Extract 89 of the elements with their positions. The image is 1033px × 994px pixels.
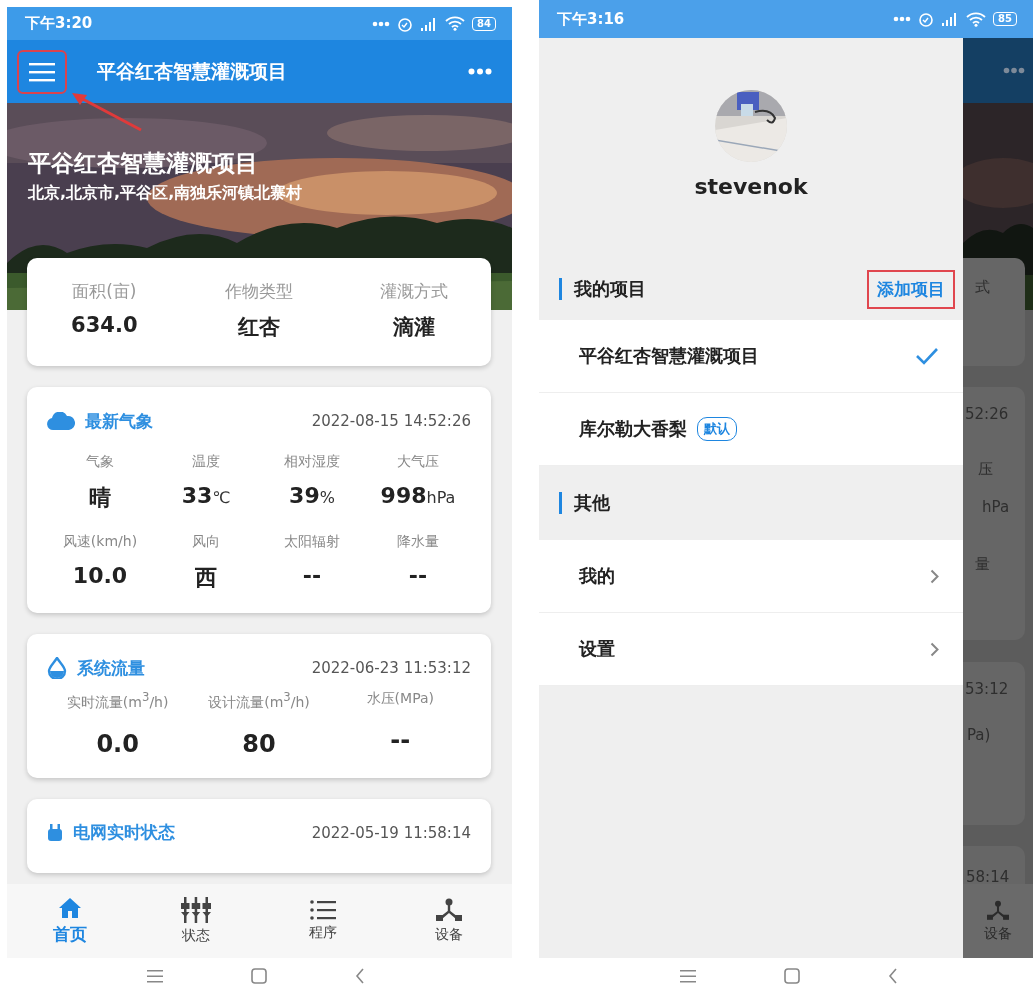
dimmed-text: 53:12 <box>965 680 1009 698</box>
metric-label: 风速(km/h) <box>62 533 138 551</box>
dimmed-text: 58:14 <box>966 868 1010 886</box>
chevron-right-icon <box>930 568 939 584</box>
item-label: 设置 <box>579 637 615 661</box>
card-title: 最新气象 <box>85 409 154 433</box>
metric-value: -- <box>302 563 322 588</box>
wifi-icon <box>966 11 987 27</box>
dimmed-text: hPa <box>982 498 1010 516</box>
metric-label: 降水量 <box>397 533 439 551</box>
back-icon[interactable] <box>355 968 365 984</box>
project-title: 平谷红杏智慧灌溉项目 <box>28 149 259 178</box>
username: stevenok <box>694 174 808 199</box>
metric-value: 33℃ <box>181 483 231 508</box>
item-label: 平谷红杏智慧灌溉项目 <box>579 344 759 368</box>
metric-label: 风向 <box>192 533 220 551</box>
metric-value: 晴 <box>89 484 111 512</box>
item-label: 我的 <box>579 564 615 588</box>
summary-value: 634.0 <box>71 313 138 337</box>
metric-label: 太阳辐射 <box>284 533 340 551</box>
tab[interactable]: 设备 <box>385 884 512 958</box>
drawer-item[interactable]: 平谷红杏智慧灌溉项目 <box>539 320 963 393</box>
sliders-icon <box>181 897 212 923</box>
summary-value: 滴灌 <box>392 314 435 341</box>
metric-value: 998hPa <box>380 483 456 508</box>
battery-indicator: 84 <box>472 16 496 31</box>
item-label: 库尔勒大香梨 <box>579 417 687 441</box>
summary-value: 红杏 <box>238 314 280 341</box>
menu-icon[interactable] <box>29 61 55 82</box>
project-address: 北京,北京市,平谷区,南独乐河镇北寨村 <box>28 183 304 204</box>
list-icon <box>309 900 336 920</box>
more-dots-icon <box>372 20 391 27</box>
metric-value: 西 <box>195 564 217 592</box>
section-title: 其他 <box>559 492 610 514</box>
metric-value: 39% <box>289 483 335 508</box>
card-title: 系统流量 <box>77 656 146 680</box>
alarm-icon <box>918 11 935 27</box>
back-icon[interactable] <box>888 968 898 984</box>
home-square-icon[interactable] <box>784 968 800 984</box>
metric-label: 大气压 <box>397 453 439 471</box>
more-icon[interactable] <box>468 68 492 75</box>
drawer-item[interactable]: 库尔勒大香梨 默认 <box>539 393 963 466</box>
home-icon <box>58 896 83 919</box>
more-dots-icon <box>893 16 912 22</box>
metric-label: 相对湿度 <box>284 453 340 471</box>
dimmed-text: 52:26 <box>965 405 1009 423</box>
network-icon <box>987 899 1009 921</box>
metric-label: 温度 <box>192 453 220 471</box>
alarm-icon <box>397 15 414 32</box>
metric-label: 实时流量(m$^{3}$/h) <box>66 690 169 712</box>
card-title: 电网实时状态 <box>73 821 176 845</box>
status-time: 下午3:20 <box>25 14 93 33</box>
dimmed-text: 设备 <box>984 924 1012 943</box>
section-title: 我的项目 <box>559 278 646 300</box>
menu-icon[interactable] <box>147 969 163 983</box>
metric-label: 水压(MPa) <box>366 690 434 708</box>
summary-label: 面积(亩) <box>72 280 137 303</box>
dimmed-text: 压 <box>978 460 993 479</box>
dimmed-text: Pa) <box>967 726 991 744</box>
default-badge: 默认 <box>697 417 737 441</box>
card-timestamp: 2022-08-15 14:52:26 <box>311 412 471 430</box>
metric-label: 气象 <box>86 453 114 471</box>
metric-value: 80 <box>242 729 276 758</box>
metric-value: -- <box>390 726 411 754</box>
metric-value: -- <box>408 563 428 588</box>
summary-label: 灌溉方式 <box>379 280 448 303</box>
tab[interactable]: 首页 <box>7 884 134 958</box>
summary-label: 作物类型 <box>225 280 293 303</box>
drawer-item[interactable]: 设置 <box>539 613 963 686</box>
plug-icon <box>47 823 63 842</box>
battery-indicator: 85 <box>993 12 1017 26</box>
chevron-right-icon <box>930 641 939 657</box>
metric-label: 设计流量(m$^{3}$/h) <box>208 690 310 712</box>
home-square-icon[interactable] <box>251 968 267 984</box>
status-time: 下午3:16 <box>557 9 625 29</box>
app-title: 平谷红杏智慧灌溉项目 <box>97 58 288 84</box>
card-timestamp: 2022-06-23 11:53:12 <box>311 659 471 677</box>
cloud-icon <box>47 412 75 430</box>
more-icon <box>1003 67 1025 74</box>
wifi-icon <box>445 16 466 31</box>
metric-value: 0.0 <box>96 729 139 758</box>
metric-value: 10.0 <box>72 563 128 588</box>
tab[interactable]: 程序 <box>259 884 386 958</box>
drawer-item[interactable]: 我的 <box>539 540 963 613</box>
network-icon <box>435 898 462 922</box>
water-drop-icon <box>47 657 67 679</box>
card-timestamp: 2022-05-19 11:58:14 <box>311 823 471 842</box>
menu-icon[interactable] <box>680 969 696 983</box>
tab[interactable]: 状态 <box>133 884 260 958</box>
